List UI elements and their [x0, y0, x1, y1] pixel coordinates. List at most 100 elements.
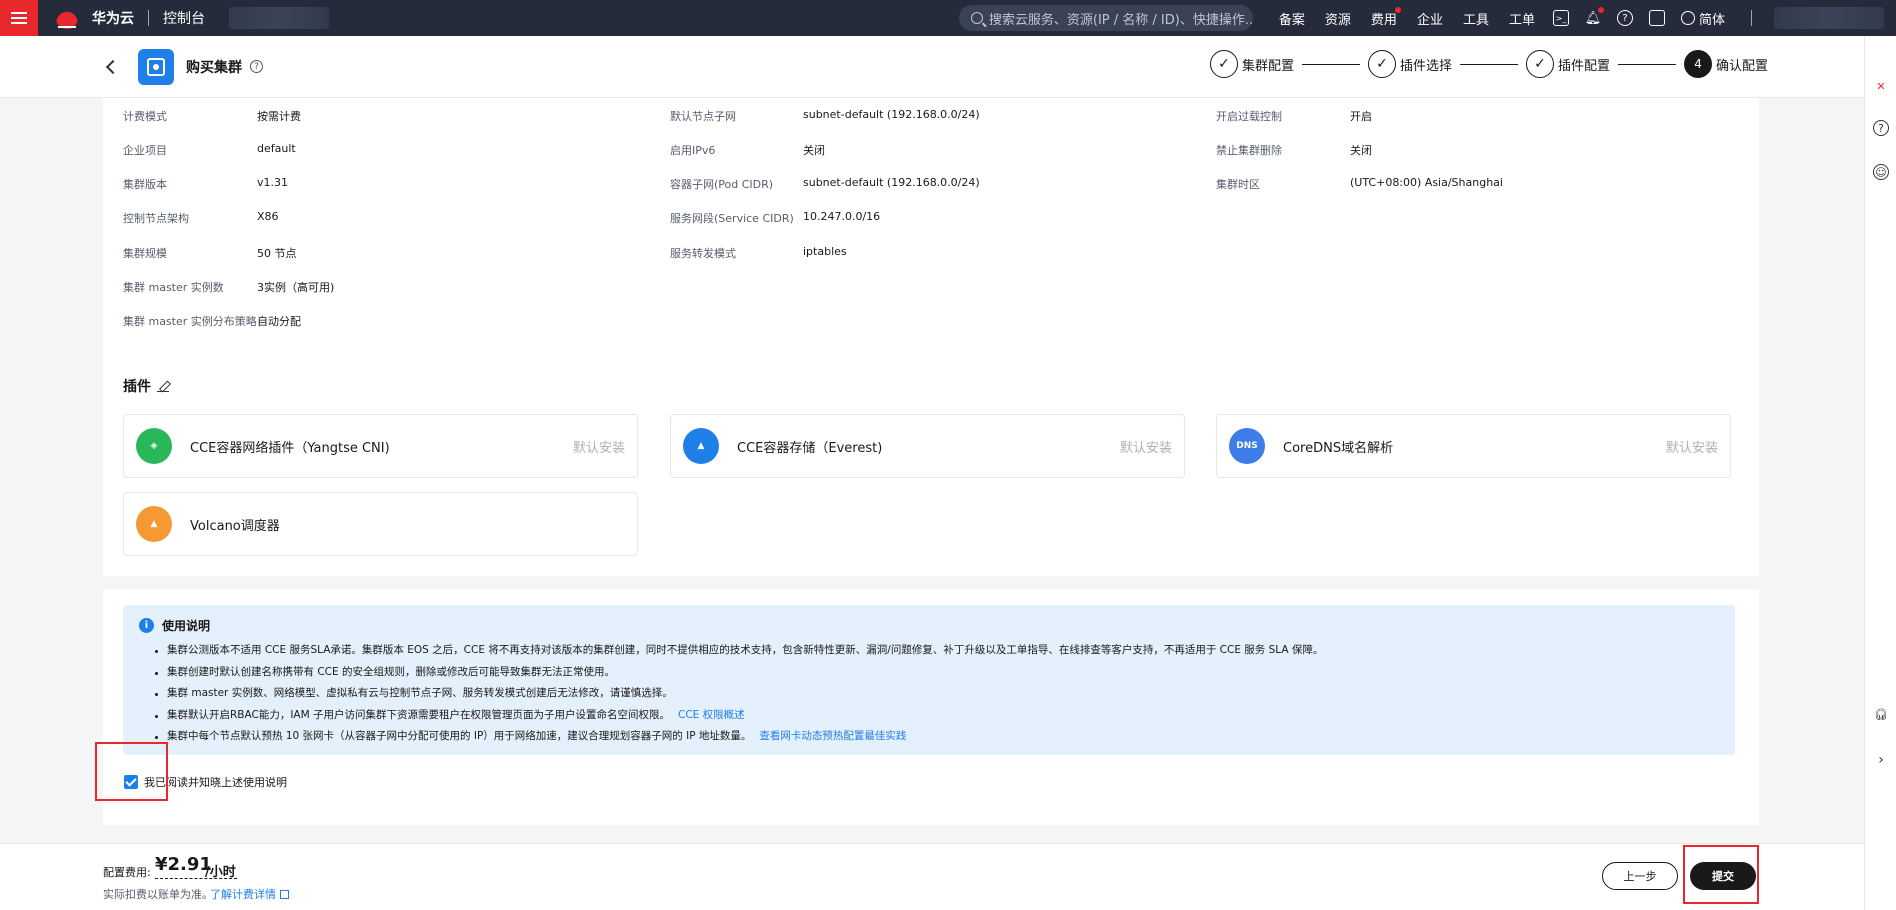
nav-item-enterprise[interactable]: 企业 [1417, 9, 1443, 28]
config-key: 集群版本 [123, 178, 167, 191]
dns-plugin-icon: DNS [1229, 428, 1265, 464]
info-icon: i [139, 618, 154, 633]
step-label: 确认配置 [1716, 58, 1769, 74]
config-value: 开启 [1350, 110, 1372, 123]
step-label: 插件选择 [1400, 58, 1453, 74]
config-value: 自动分配 [257, 315, 301, 328]
step-number: 4 [1684, 50, 1713, 78]
region-selector[interactable] [229, 7, 329, 29]
notice-text: 集群默认开启RBAC能力，IAM 子用户访问集群下资源需要租户在权限管理页面为子… [167, 708, 671, 721]
notification-dot [1597, 7, 1604, 13]
config-key: 启用IPv6 [670, 144, 716, 157]
step-1: ✓ 集群配置 [1210, 50, 1294, 78]
nav-item-tools[interactable]: 工具 [1463, 9, 1489, 28]
ai-assistant-icon[interactable]: ✕ [1873, 78, 1889, 94]
terminal-icon[interactable]: >_ [1552, 10, 1569, 26]
plugin-card-everest: ▲ CCE容器存储（Everest) 默认安装 [670, 414, 1185, 478]
huawei-logo[interactable]: 华为云 [56, 7, 134, 29]
edit-icon[interactable] [157, 380, 169, 392]
fee-label: 配置费用: [103, 866, 151, 879]
notice-title: 使用说明 [162, 619, 211, 633]
plugin-card-volcano: ▲ Volcano调度器 [123, 492, 638, 556]
nav-item-billing-label: 费用 [1370, 12, 1397, 28]
account-menu[interactable] [1774, 7, 1884, 29]
config-value: 10.247.0.0/16 [803, 210, 881, 223]
previous-button[interactable]: 上一步 [1602, 862, 1678, 890]
step-2: ✓ 插件选择 [1368, 50, 1452, 78]
list-item: 集群默认开启RBAC能力，IAM 子用户访问集群下资源需要租户在权限管理页面为子… [155, 705, 1719, 727]
nav-item-tickets[interactable]: 工单 [1509, 9, 1535, 28]
notice-text: 集群创建时默认创建名称携带有 CCE 的安全组规则，删除或修改后可能导致集群无法… [167, 665, 615, 678]
nav-divider [148, 10, 149, 26]
plugin-status: 默认安装 [1119, 440, 1172, 456]
config-value: v1.31 [257, 176, 289, 189]
language-switcher[interactable]: 简体 [1680, 9, 1725, 28]
billing-details-label: 了解计费详情 [210, 888, 276, 901]
config-value: 关闭 [803, 144, 825, 157]
nic-prewarm-link[interactable]: 查看网卡动态预热配置最佳实践 [759, 730, 906, 742]
list-item: 集群创建时默认创建名称携带有 CCE 的安全组规则，删除或修改后可能导致集群无法… [155, 662, 1719, 684]
nav-item-billing[interactable]: 费用 [1370, 6, 1401, 28]
notice-text: 集群公测版本不适用 CCE 服务SLA承诺。集群版本 EOS 之后，CCE 将不… [167, 644, 1324, 656]
right-toolbar: ✕ ? ☺ 🎧︎ › [1864, 36, 1896, 910]
plugin-name: Volcano调度器 [190, 518, 280, 534]
bell-icon[interactable]: 🔔︎ [1585, 7, 1604, 26]
nav-item-beian[interactable]: 备案 [1279, 9, 1305, 28]
usage-notice: i 使用说明 集群公测版本不适用 CCE 服务SLA承诺。集群版本 EOS 之后… [123, 605, 1735, 755]
search-icon [970, 12, 983, 24]
question-icon[interactable]: ? [250, 60, 263, 73]
notice-list: 集群公测版本不适用 CCE 服务SLA承诺。集群版本 EOS 之后，CCE 将不… [139, 640, 1719, 748]
step-indicator: ✓ 集群配置 ✓ 插件选择 ✓ 插件配置 4 确认配置 [1210, 50, 1768, 78]
notice-text: 集群 master 实例数、网络模型、虚拟私有云与控制节点子网、服务转发模式创建… [167, 687, 673, 700]
feedback-icon[interactable] [1648, 10, 1665, 26]
page-title: 购买集群 [186, 59, 242, 76]
fee-note: 实际扣费以账单为准。 [103, 888, 213, 901]
help-icon[interactable]: ? [1873, 120, 1889, 136]
cce-service-icon [138, 48, 174, 85]
cce-permission-link[interactable]: CCE 权限概述 [678, 709, 745, 721]
hamburger-icon [11, 12, 27, 24]
headset-icon[interactable]: 🎧︎ [1873, 706, 1889, 722]
config-key: 默认节点子网 [670, 110, 736, 123]
nav-item-resources[interactable]: 资源 [1325, 9, 1351, 28]
config-value: subnet-default (192.168.0.0/24) [803, 176, 980, 189]
config-value: 关闭 [1350, 144, 1372, 157]
bottom-bar: 配置费用: ¥2.91 /小时 实际扣费以账单为准。 了解计费详情 上一步 提交 [0, 843, 1864, 910]
config-summary-card: 计费模式 按需计费 企业项目 default 集群版本 v1.31 控制节点架构… [103, 98, 1759, 576]
console-link[interactable]: 控制台 [163, 8, 205, 28]
config-key: 禁止集群删除 [1216, 144, 1282, 157]
globe-icon [1680, 11, 1695, 25]
check-icon: ✓ [1526, 50, 1555, 78]
notification-dot [1394, 6, 1401, 13]
check-icon: ✓ [1210, 50, 1238, 78]
search-input[interactable]: 搜索云服务、资源(IP / 名称 / ID)、快捷操作... [958, 5, 1253, 31]
billing-details-link[interactable]: 了解计费详情 [210, 886, 289, 902]
price-underline [155, 878, 237, 879]
back-arrow-icon[interactable] [105, 59, 121, 74]
step-label: 集群配置 [1242, 58, 1295, 74]
config-key: 开启过载控制 [1216, 110, 1282, 123]
search-placeholder: 搜索云服务、资源(IP / 名称 / ID)、快捷操作... [988, 12, 1253, 28]
step-connector [1302, 63, 1361, 65]
external-link-icon [280, 889, 289, 899]
network-plugin-icon: ◈ [136, 428, 172, 464]
step-label: 插件配置 [1558, 58, 1611, 74]
chevron-right-icon[interactable]: › [1873, 752, 1889, 768]
plugins-title-label: 插件 [123, 379, 151, 395]
plugin-status: 默认安装 [572, 440, 625, 456]
menu-button[interactable] [0, 0, 38, 36]
nav-divider [1751, 10, 1752, 26]
top-nav: 华为云 控制台 搜索云服务、资源(IP / 名称 / ID)、快捷操作... 备… [0, 0, 1896, 36]
config-key: 服务网段(Service CIDR) [670, 212, 794, 225]
config-key: 控制节点架构 [123, 212, 189, 225]
config-key: 计费模式 [123, 110, 167, 123]
smiley-icon[interactable]: ☺ [1873, 164, 1889, 180]
page-header: 购买集群 ? ✓ 集群配置 ✓ 插件选择 ✓ 插件配置 4 确认配置 [0, 36, 1864, 98]
step-connector [1618, 63, 1677, 65]
help-icon[interactable]: ? [1616, 10, 1633, 26]
list-item: 集群中每个节点默认预热 10 张网卡（从容器子网中分配可使用的 IP）用于网络加… [155, 726, 1719, 748]
config-value: iptables [803, 245, 847, 258]
config-value: 3实例（高可用) [257, 281, 335, 294]
plugin-status: 默认安装 [1665, 440, 1718, 456]
huawei-logo-icon [56, 7, 78, 29]
